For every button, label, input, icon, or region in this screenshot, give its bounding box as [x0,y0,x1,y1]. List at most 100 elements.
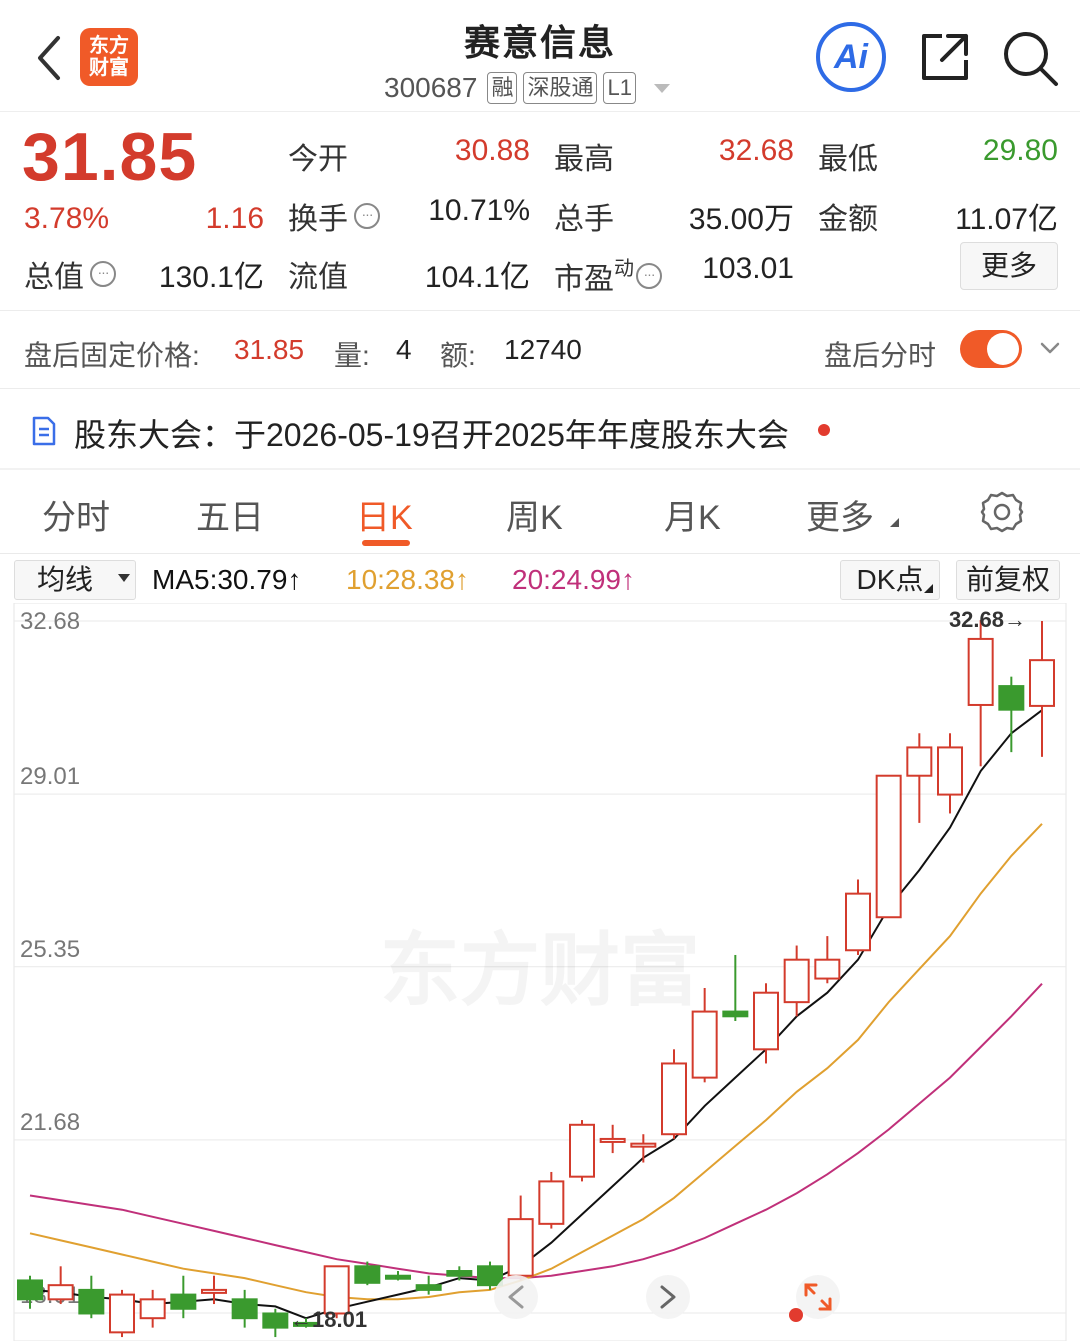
info-icon[interactable]: ··· [90,261,116,287]
after-hours-bar: 盘后固定价格: 31.85 量: 4 额: 12740 盘后分时 [0,312,1080,388]
volume-value: 35.00万 [688,203,794,236]
candle-body [691,1010,718,1079]
candle-body [783,958,810,1004]
candle-body [538,1180,565,1225]
after-price-value: 31.85 [234,334,305,365]
candle-body [354,1265,381,1284]
kline-svg[interactable]: 32.6829.0125.3521.6818.01 东方财富 32.68→←18… [0,602,1080,1341]
share-icon[interactable] [918,30,972,84]
tab-intraday[interactable]: 分时 [42,490,110,539]
stock-code: 300687 [384,72,478,103]
ma10-value: 10:28.38↑ [346,564,469,595]
candle-body [477,1265,503,1287]
volume-label: 总手 [554,203,614,236]
y-axis-label: 25.35 [20,936,80,963]
low-value: 29.80 [982,134,1058,167]
candle-body [109,1293,135,1334]
amount-value: 11.07亿 [955,203,1058,236]
stock-code-line: 300687 融 深股通 L1 [384,70,670,106]
candle-body [78,1288,105,1315]
event-dot[interactable] [789,1308,803,1322]
after-amt-value: 12740 [504,334,582,365]
chevron-down-icon[interactable] [1040,338,1060,358]
candle-body [1029,659,1055,707]
change-amount: 1.16 [205,202,264,235]
tab-daily-k[interactable]: 日K [356,490,413,539]
candle-body [599,1137,626,1143]
ma5-value: MA5:30.79↑ [152,564,302,595]
dk-point-button[interactable]: DK点 [840,560,940,600]
candle-body [661,1062,687,1136]
adjust-button[interactable]: 前复权 [956,560,1060,600]
candle-body [47,1284,74,1301]
candle-body [139,1298,166,1320]
low-marker: ←18.01 [290,1307,367,1332]
candle-body [998,685,1025,711]
candle-body [201,1288,227,1294]
tab-five-day[interactable]: 五日 [196,490,264,539]
info-icon[interactable]: ··· [636,263,662,289]
candle-body [937,746,963,796]
last-price: 31.85 [22,119,198,195]
after-qty-label: 量: [334,340,370,371]
ma-indicator-bar: 均线 MA5:30.79↑ 10:28.38↑ 20:24.99↑ DK点 前复… [0,553,1080,603]
divider [0,310,1080,311]
candle-body [630,1142,657,1148]
divider [0,388,1080,389]
candle-body [753,991,779,1051]
candle-body [507,1218,534,1277]
turnover-value: 10.71% [428,194,530,227]
scroll-right-button[interactable] [646,1275,690,1319]
level-tag: L1 [603,72,636,104]
dropdown-corner-icon [890,518,899,527]
ai-assistant-icon[interactable]: Ai [816,22,886,92]
margin-tag: 融 [487,72,518,104]
high-label: 最高 [554,143,614,176]
candle-body [262,1312,289,1329]
announcement-bar[interactable]: 股东大会：于2026-05-19召开2025年年度股东大会 [0,390,1080,468]
low-label: 最低 [818,143,878,176]
after-hours-toggle-label: 盘后分时 [824,340,937,371]
search-icon[interactable] [1000,28,1060,88]
turnover-label: 换手 ··· [288,194,380,238]
tab-monthly-k[interactable]: 月K [664,490,721,539]
after-amt-label: 额: [440,340,476,371]
candle-body [569,1123,595,1178]
change-percent: 3.78% [24,202,110,235]
gear-icon[interactable] [980,490,1024,534]
candle [661,1049,687,1139]
active-tab-indicator [362,540,410,546]
quote-panel: 31.85 3.78% 1.16 今开 30.88 最高 32.68 最低 29… [0,112,1080,310]
info-icon[interactable]: ··· [354,203,380,229]
pe-value: 103.01 [702,252,794,285]
candle-body [415,1284,442,1291]
candle-body [906,746,933,777]
y-axis-label: 21.68 [20,1109,80,1136]
y-axis-label: 29.01 [20,763,80,790]
candle [875,774,902,919]
total-mv-value: 130.1亿 [158,261,264,294]
candle-body [967,637,994,706]
dropdown-arrow-icon[interactable] [653,83,670,93]
kline-chart[interactable]: 32.6829.0125.3521.6818.01 东方财富 32.68→←18… [0,602,1080,1341]
after-price-label: 盘后固定价格: [24,340,200,371]
candle-body [385,1274,411,1280]
tab-weekly-k[interactable]: 周K [506,490,563,539]
candle-body [231,1298,258,1320]
candle-body [814,958,841,980]
expand-icon[interactable] [796,1275,840,1319]
after-qty-value: 4 [396,334,412,365]
more-quote-button[interactable]: 更多 [960,242,1058,290]
select-caret-icon [118,574,130,582]
after-hours-toggle[interactable] [960,330,1022,368]
candle-body [875,774,902,919]
open-label: 今开 [288,143,348,176]
total-mv-label: 总值 ··· [24,252,116,296]
ma20-value: 20:24.99↑ [512,564,635,595]
candle [569,1120,595,1182]
scroll-left-button[interactable] [494,1275,538,1319]
chart-tabs: 分时 五日 日K 周K 月K 更多 [0,470,1080,552]
unread-dot [818,424,830,436]
high-value: 32.68 [718,134,794,167]
tab-more[interactable]: 更多 [806,490,874,539]
